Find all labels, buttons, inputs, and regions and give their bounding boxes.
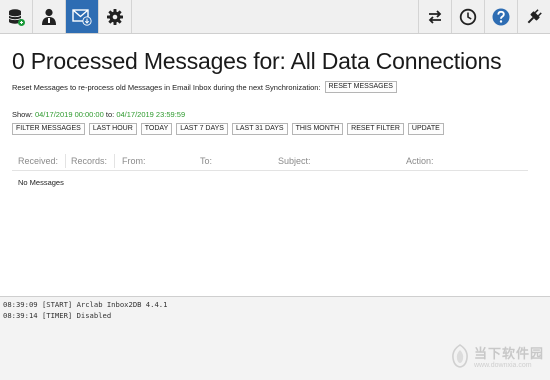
this-month-button[interactable]: THIS MONTH xyxy=(291,123,344,135)
column-received[interactable]: Received: xyxy=(18,156,58,166)
reset-filter-button[interactable]: RESET FILTER xyxy=(347,123,404,135)
column-from[interactable]: From: xyxy=(122,156,146,166)
user-icon xyxy=(42,8,56,25)
update-button[interactable]: UPDATE xyxy=(407,123,444,135)
date-range-line: Show: 04/17/2019 00:00:00 to: 04/17/2019… xyxy=(12,110,185,119)
column-divider xyxy=(114,154,115,168)
log-line: 08:39:09 [START] Arclab Inbox2DB 4.4.1 xyxy=(3,300,168,309)
column-divider xyxy=(65,154,66,168)
help-button[interactable] xyxy=(484,0,517,33)
filter-buttons: FILTER MESSAGES LAST HOUR TODAY LAST 7 D… xyxy=(12,123,444,135)
schedule-button[interactable] xyxy=(451,0,484,33)
watermark-logo-icon xyxy=(452,344,468,368)
show-label: Show: xyxy=(12,110,33,119)
table-header: Received: Records: From: To: Subject: Ac… xyxy=(12,150,528,171)
last-hour-button[interactable]: LAST HOUR xyxy=(88,123,137,135)
date-from: 04/17/2019 00:00:00 xyxy=(34,110,104,119)
column-records[interactable]: Records: xyxy=(71,156,107,166)
column-action[interactable]: Action: xyxy=(406,156,434,166)
log-line: 08:39:14 [TIMER] Disabled xyxy=(3,311,112,320)
reset-messages-button[interactable]: RESET MESSAGES xyxy=(324,81,397,93)
gear-icon xyxy=(107,8,123,25)
column-subject[interactable]: Subject: xyxy=(278,156,311,166)
main-panel: 0 Processed Messages for: All Data Conne… xyxy=(0,34,550,296)
help-icon xyxy=(492,8,510,25)
database-sync-button[interactable] xyxy=(0,0,33,33)
connection-button[interactable] xyxy=(517,0,550,33)
mail-download-icon xyxy=(72,8,92,26)
today-button[interactable]: TODAY xyxy=(140,123,173,135)
watermark-text: 当下软件园 www.downxia.com xyxy=(474,343,544,369)
filter-messages-button[interactable]: FILTER MESSAGES xyxy=(12,123,85,135)
watermark-main: 当下软件园 xyxy=(474,346,545,361)
last-7-days-button[interactable]: LAST 7 DAYS xyxy=(176,123,228,135)
last-31-days-button[interactable]: LAST 31 DAYS xyxy=(231,123,288,135)
reset-line: Reset Messages to re-process old Message… xyxy=(12,81,397,93)
sync-button[interactable] xyxy=(418,0,451,33)
date-to: 04/17/2019 23:59:59 xyxy=(116,110,186,119)
watermark: 当下软件园 www.downxia.com xyxy=(450,343,544,369)
reset-description: Reset Messages to re-process old Message… xyxy=(12,82,321,92)
settings-button[interactable] xyxy=(99,0,132,33)
sync-arrows-icon xyxy=(428,9,442,24)
page-title: 0 Processed Messages for: All Data Conne… xyxy=(12,48,502,74)
plug-icon xyxy=(527,8,542,23)
toolbar xyxy=(0,0,550,34)
mail-download-button[interactable] xyxy=(66,0,99,33)
database-sync-icon xyxy=(8,8,25,26)
to-label: to: xyxy=(105,110,115,119)
user-button[interactable] xyxy=(33,0,66,33)
column-to[interactable]: To: xyxy=(200,156,212,166)
messages-table: Received: Records: From: To: Subject: Ac… xyxy=(12,150,528,187)
clock-icon xyxy=(459,8,477,25)
watermark-sub: www.downxia.com xyxy=(474,362,532,369)
empty-message: No Messages xyxy=(18,178,64,187)
